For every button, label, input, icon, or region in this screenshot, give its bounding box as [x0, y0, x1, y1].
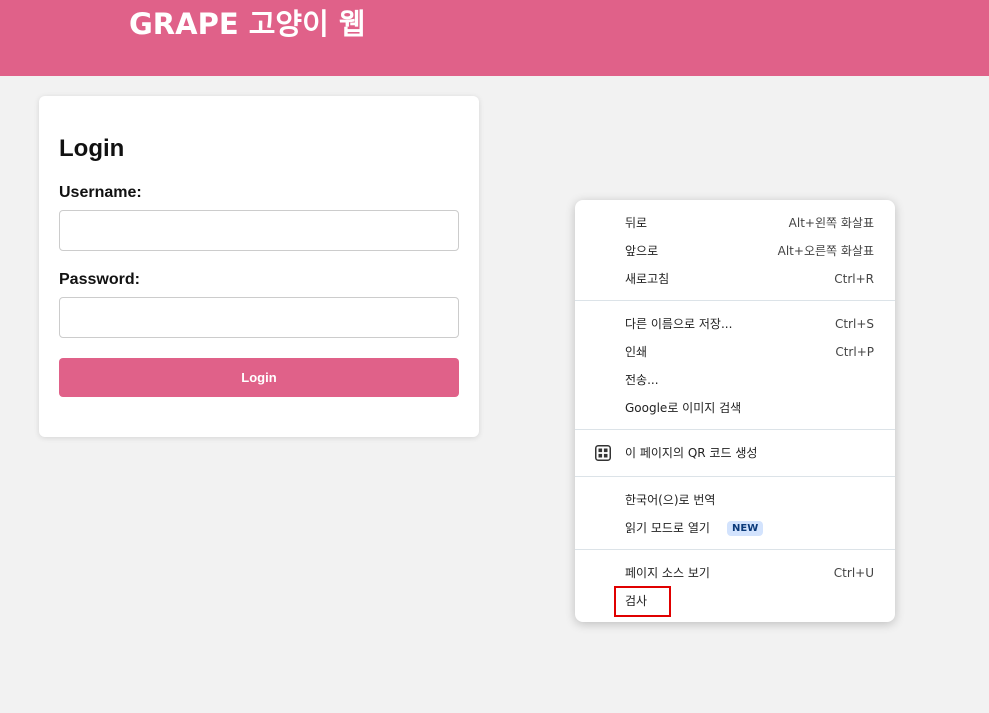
- menu-item-reload-label: 새로고침: [625, 272, 670, 286]
- menu-separator: [575, 549, 895, 550]
- menu-item-back-label: 뒤로: [625, 216, 648, 230]
- login-card: Login Username: Password: Login: [39, 96, 479, 437]
- menu-item-google-image-search[interactable]: Google로 이미지 검색: [575, 394, 895, 422]
- login-button[interactable]: Login: [59, 358, 459, 397]
- menu-item-reading-mode-label: 읽기 모드로 열기: [625, 521, 710, 535]
- menu-item-back[interactable]: 뒤로 Alt+왼쪽 화살표: [575, 209, 895, 237]
- menu-item-reload[interactable]: 새로고침 Ctrl+R: [575, 265, 895, 293]
- password-label: Password:: [59, 271, 140, 288]
- new-badge: NEW: [727, 521, 764, 536]
- menu-item-inspect-label: 검사: [625, 594, 648, 608]
- menu-item-save-as[interactable]: 다른 이름으로 저장... Ctrl+S: [575, 310, 895, 338]
- menu-item-inspect[interactable]: 검사: [575, 587, 895, 615]
- menu-item-save-as-label: 다른 이름으로 저장...: [625, 317, 733, 331]
- site-title: GRAPE 고양이 웹: [129, 7, 366, 41]
- login-heading: Login: [59, 135, 125, 162]
- username-label: Username:: [59, 184, 142, 201]
- menu-item-print-label: 인쇄: [625, 345, 648, 359]
- menu-separator: [575, 300, 895, 301]
- menu-item-cast-label: 전송...: [625, 373, 659, 387]
- menu-item-view-source[interactable]: 페이지 소스 보기 Ctrl+U: [575, 559, 895, 587]
- menu-item-forward[interactable]: 앞으로 Alt+오른쪽 화살표: [575, 237, 895, 265]
- context-menu: 뒤로 Alt+왼쪽 화살표 앞으로 Alt+오른쪽 화살표 새로고침 Ctrl+…: [575, 200, 895, 622]
- menu-item-forward-label: 앞으로: [625, 244, 659, 258]
- menu-item-reading-mode[interactable]: 읽기 모드로 열기 NEW: [575, 514, 895, 542]
- menu-item-translate[interactable]: 한국어(으)로 번역: [575, 486, 895, 514]
- menu-item-back-shortcut: Alt+왼쪽 화살표: [788, 216, 874, 230]
- menu-item-view-source-shortcut: Ctrl+U: [833, 566, 874, 580]
- qr-code-icon: [595, 445, 611, 461]
- menu-item-qr-code-label: 이 페이지의 QR 코드 생성: [625, 446, 758, 460]
- username-input[interactable]: [59, 210, 459, 251]
- menu-item-translate-label: 한국어(으)로 번역: [625, 493, 716, 507]
- menu-item-qr-code[interactable]: 이 페이지의 QR 코드 생성: [575, 439, 895, 467]
- menu-separator: [575, 429, 895, 430]
- menu-item-google-image-search-label: Google로 이미지 검색: [625, 401, 742, 415]
- menu-item-print-shortcut: Ctrl+P: [835, 345, 874, 359]
- menu-item-cast[interactable]: 전송...: [575, 366, 895, 394]
- menu-item-print[interactable]: 인쇄 Ctrl+P: [575, 338, 895, 366]
- menu-item-reload-shortcut: Ctrl+R: [834, 272, 874, 286]
- menu-item-save-as-shortcut: Ctrl+S: [834, 317, 874, 331]
- menu-item-forward-shortcut: Alt+오른쪽 화살표: [777, 244, 874, 258]
- menu-separator: [575, 476, 895, 477]
- password-input[interactable]: [59, 297, 459, 338]
- menu-item-view-source-label: 페이지 소스 보기: [625, 566, 710, 580]
- page-header: GRAPE 고양이 웹: [0, 0, 989, 76]
